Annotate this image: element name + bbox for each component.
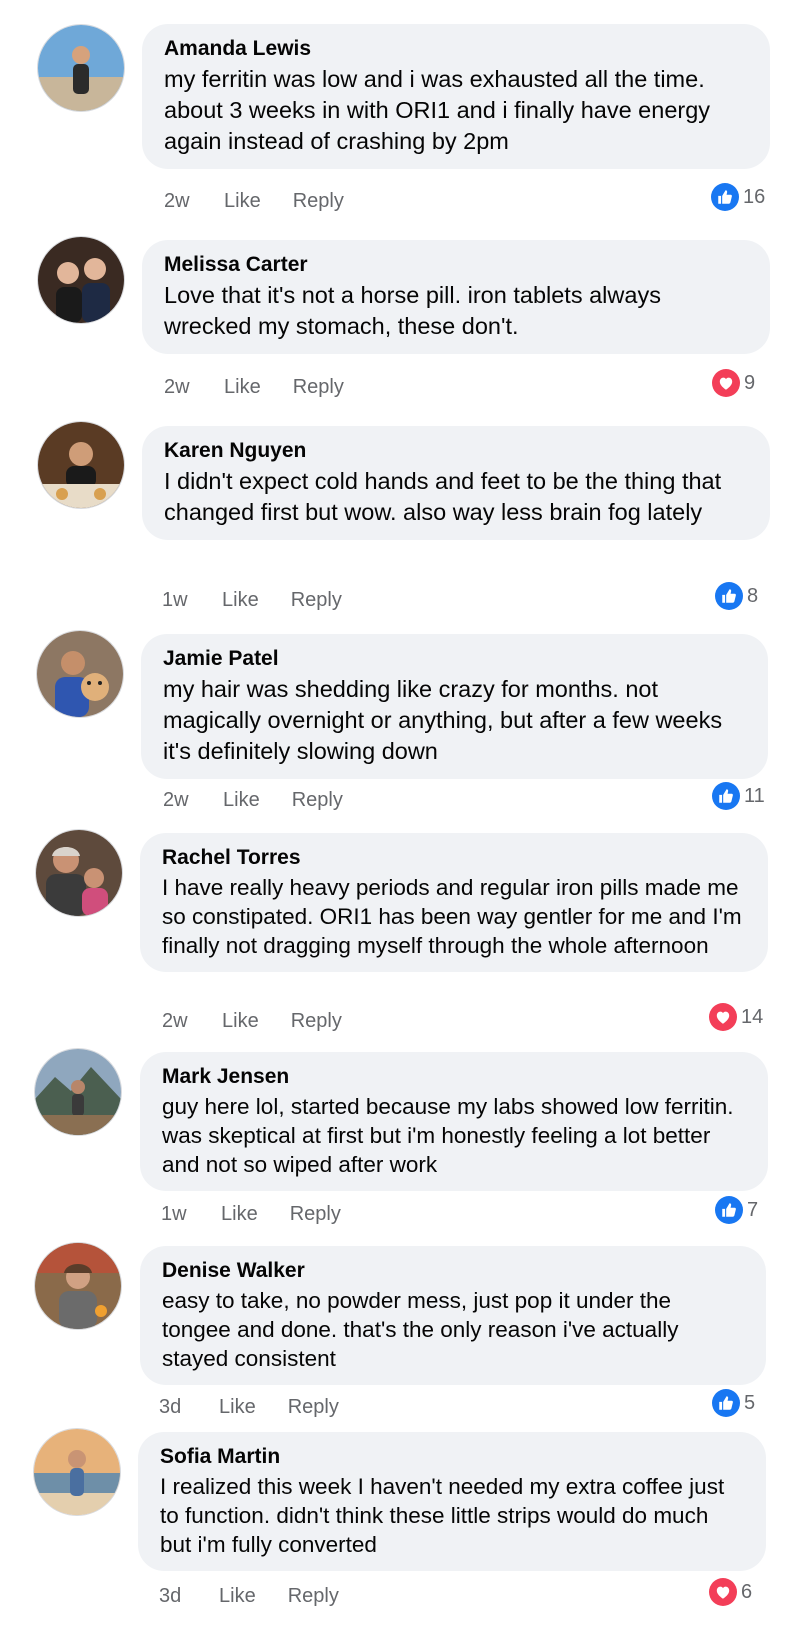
reply-button[interactable]: Reply xyxy=(290,1203,341,1226)
heart-icon xyxy=(709,1003,737,1031)
reaction-count: 6 xyxy=(741,1580,753,1603)
comment-text: I didn't expect cold hands and feet to b… xyxy=(164,468,722,525)
reaction-summary[interactable]: 9 xyxy=(712,368,755,398)
comment-time[interactable]: 2w xyxy=(164,376,224,399)
comment-meta: 1w Like Reply xyxy=(161,1201,373,1227)
like-button[interactable]: Like xyxy=(222,589,259,612)
heart-icon xyxy=(709,1578,737,1606)
reply-button[interactable]: Reply xyxy=(288,1585,339,1608)
reaction-summary[interactable]: 14 xyxy=(709,1002,763,1032)
comment-author[interactable]: Jamie Patel xyxy=(163,646,746,672)
comment-bubble: Sofia Martin I realized this week I have… xyxy=(138,1432,766,1571)
comment-time[interactable]: 1w xyxy=(161,1203,221,1226)
comment-meta: 3d Like Reply xyxy=(159,1394,371,1420)
reaction-count: 5 xyxy=(744,1391,756,1414)
comment-meta: 2w Like Reply xyxy=(164,188,376,214)
comment-text: I realized this week I haven't needed my… xyxy=(160,1474,725,1557)
reply-button[interactable]: Reply xyxy=(293,376,344,399)
avatar[interactable] xyxy=(34,1048,122,1136)
avatar[interactable] xyxy=(35,829,123,917)
comment-time[interactable]: 1w xyxy=(162,589,222,612)
comment-text: guy here lol, started because my labs sh… xyxy=(162,1094,734,1177)
comment-bubble: Rachel Torres I have really heavy period… xyxy=(140,833,768,972)
avatar[interactable] xyxy=(37,24,125,112)
reaction-summary[interactable]: 5 xyxy=(712,1388,755,1418)
comment-author[interactable]: Denise Walker xyxy=(162,1258,744,1284)
comment-meta: 2w Like Reply xyxy=(164,374,376,400)
thumbs-up-icon xyxy=(712,1389,740,1417)
comment-time[interactable]: 3d xyxy=(159,1396,219,1419)
reaction-count: 7 xyxy=(747,1198,759,1221)
comment-author[interactable]: Karen Nguyen xyxy=(164,438,748,464)
like-button[interactable]: Like xyxy=(222,1010,259,1033)
reply-button[interactable]: Reply xyxy=(291,1010,342,1033)
comment-bubble: Karen Nguyen I didn't expect cold hands … xyxy=(142,426,770,540)
like-button[interactable]: Like xyxy=(219,1585,256,1608)
comment-meta: 2w Like Reply xyxy=(162,1008,374,1034)
reply-button[interactable]: Reply xyxy=(291,589,342,612)
reply-button[interactable]: Reply xyxy=(292,789,343,812)
reaction-count: 11 xyxy=(744,784,765,807)
comment-meta: 1w Like Reply xyxy=(162,587,374,613)
comment-author[interactable]: Melissa Carter xyxy=(164,252,748,278)
reaction-count: 14 xyxy=(741,1005,764,1028)
like-button[interactable]: Like xyxy=(221,1203,258,1226)
avatar[interactable] xyxy=(37,421,125,509)
reply-button[interactable]: Reply xyxy=(288,1396,339,1419)
comment-bubble: Jamie Patel my hair was shedding like cr… xyxy=(141,634,768,779)
comment-text: easy to take, no powder mess, just pop i… xyxy=(162,1288,679,1371)
like-button[interactable]: Like xyxy=(224,190,261,213)
avatar[interactable] xyxy=(33,1428,121,1516)
thumbs-up-icon xyxy=(715,1196,743,1224)
comment-bubble: Denise Walker easy to take, no powder me… xyxy=(140,1246,766,1385)
like-button[interactable]: Like xyxy=(223,789,260,812)
thumbs-up-icon xyxy=(712,782,740,810)
comment-author[interactable]: Sofia Martin xyxy=(160,1444,744,1470)
thumbs-up-icon xyxy=(715,582,743,610)
reaction-count: 8 xyxy=(747,584,759,607)
avatar[interactable] xyxy=(37,236,125,324)
comment-bubble: Amanda Lewis my ferritin was low and i w… xyxy=(142,24,770,169)
comment-text: my hair was shedding like crazy for mont… xyxy=(163,676,723,764)
comment-text: my ferritin was low and i was exhausted … xyxy=(164,66,711,154)
like-button[interactable]: Like xyxy=(224,376,261,399)
comment-time[interactable]: 3d xyxy=(159,1585,219,1608)
avatar[interactable] xyxy=(36,630,124,718)
comment-bubble: Mark Jensen guy here lol, started becaus… xyxy=(140,1052,768,1191)
comment-time[interactable]: 2w xyxy=(164,190,224,213)
reaction-summary[interactable]: 6 xyxy=(709,1577,752,1607)
reaction-summary[interactable]: 8 xyxy=(715,581,758,611)
comment-author[interactable]: Mark Jensen xyxy=(162,1064,746,1090)
thumbs-up-icon xyxy=(711,183,739,211)
comment-meta: 3d Like Reply xyxy=(159,1583,371,1609)
comment-time[interactable]: 2w xyxy=(162,1010,222,1033)
reaction-count: 9 xyxy=(744,371,756,394)
reaction-summary[interactable]: 11 xyxy=(712,781,765,811)
reaction-summary[interactable]: 16 xyxy=(711,182,765,212)
comment-author[interactable]: Rachel Torres xyxy=(162,845,746,871)
avatar[interactable] xyxy=(34,1242,122,1330)
comment-text: Love that it's not a horse pill. iron ta… xyxy=(164,282,661,339)
comment-time[interactable]: 2w xyxy=(163,789,223,812)
comment-text: I have really heavy periods and regular … xyxy=(162,875,742,958)
reply-button[interactable]: Reply xyxy=(293,190,344,213)
comment-bubble: Melissa Carter Love that it's not a hors… xyxy=(142,240,770,354)
heart-icon xyxy=(712,369,740,397)
like-button[interactable]: Like xyxy=(219,1396,256,1419)
reaction-count: 16 xyxy=(743,185,766,208)
comment-meta: 2w Like Reply xyxy=(163,787,375,813)
reaction-summary[interactable]: 7 xyxy=(715,1195,758,1225)
comment-author[interactable]: Amanda Lewis xyxy=(164,36,748,62)
